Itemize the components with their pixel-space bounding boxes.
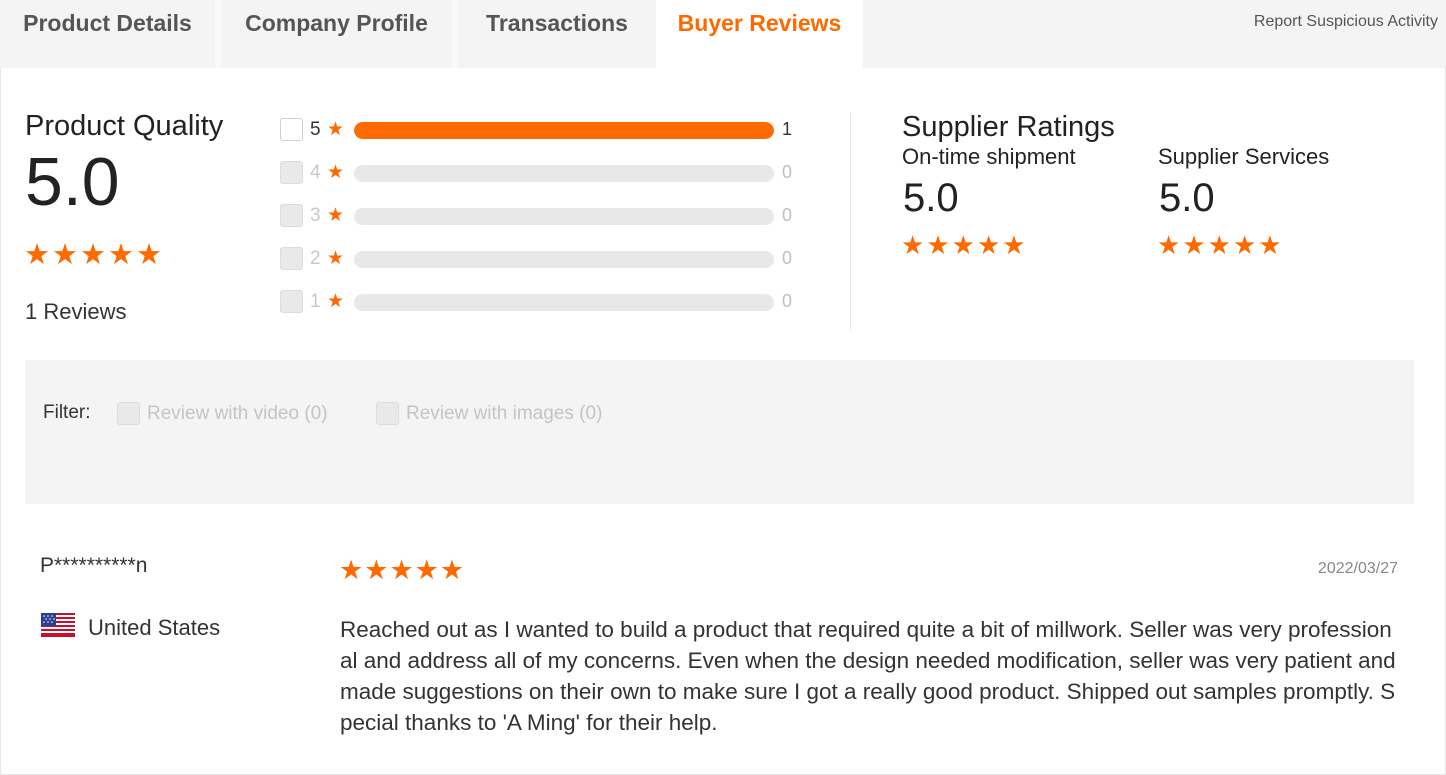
star-icon: ★ [1157,230,1183,260]
reviewer-name: P**********n [40,554,148,577]
tab-label: Transactions [486,10,628,36]
star-icon: ★ [24,239,52,271]
tab-label: Product Details [23,10,192,36]
section-divider [850,112,851,330]
filter-video-checkbox[interactable] [117,402,140,425]
star-icon: ★ [52,239,80,271]
filter-video-label: Review with video (0) [147,402,328,424]
filter-review-with-images[interactable]: Review with images (0) [376,402,602,425]
rating-star-count: 2 [310,248,321,269]
review-count: 1 Reviews [25,299,127,324]
rating-filter-checkbox [280,161,303,184]
on-time-shipment-stars: ★ ★ ★ ★ ★ [901,230,1028,261]
product-quality-score: 5.0 [25,144,120,220]
star-icon: ★ [1258,230,1284,260]
reviewer-country: United States [88,615,221,640]
rating-row-3: 3 ★ 0 [280,204,810,228]
rating-row-4: 4 ★ 0 [280,161,810,185]
star-icon: ★ [339,555,365,585]
star-icon: ★ [1232,230,1259,260]
filter-label: Filter: [43,402,91,423]
product-quality-title: Product Quality [25,110,224,142]
rating-bar-track [354,251,774,268]
star-icon: ★ [1182,230,1208,260]
rating-filter-checkbox [280,204,303,227]
supplier-ratings-title: Supplier Ratings [902,111,1115,143]
filter-images-label: Review with images (0) [406,402,603,424]
supplier-services-score: 5.0 [1159,176,1215,220]
star-icon: ★ [901,230,927,260]
tab-buyer-reviews[interactable]: Buyer Reviews [656,0,863,68]
rating-bar-fill [354,122,774,139]
review-text: Reached out as I wanted to build a produ… [340,617,1396,735]
rating-filter-checkbox [280,290,303,313]
star-icon: ★ [926,230,952,260]
supplier-services-label: Supplier Services [1158,144,1330,169]
rating-row-5[interactable]: 5 ★ 1 [280,118,810,142]
filter-review-with-video[interactable]: Review with video (0) [117,402,328,425]
rating-review-count: 1 [782,119,793,139]
on-time-shipment-score: 5.0 [903,176,959,220]
tab-product-details[interactable]: Product Details [0,0,221,68]
review-stars: ★ ★ ★ ★ ★ [339,555,465,586]
rating-bar-track [354,208,774,225]
on-time-shipment-label: On-time shipment [902,144,1076,169]
filter-images-checkbox[interactable] [376,402,399,425]
star-icon: ★ [951,230,977,260]
star-icon: ★ [327,119,345,140]
rating-star-count: 5 [310,119,321,140]
tab-label: Buyer Reviews [677,10,842,36]
rating-bar-track [354,165,774,182]
star-icon: ★ [327,205,345,226]
rating-review-count: 0 [782,162,793,182]
tab-label: Company Profile [245,10,428,36]
report-suspicious-activity-link[interactable]: Report Suspicious Activity [1254,13,1438,31]
rating-star-count: 3 [310,205,321,226]
star-icon: ★ [327,162,345,183]
rating-bar-track [354,122,774,139]
star-icon: ★ [80,239,108,271]
star-icon: ★ [1002,230,1028,260]
rating-star-count: 1 [310,291,321,312]
filter-panel: Filter: Review with video (0) Review wit… [25,360,1414,504]
star-icon: ★ [1207,230,1233,260]
rating-filter-checkbox [280,247,303,270]
star-icon: ★ [327,248,345,269]
rating-filter-checkbox[interactable] [280,118,303,141]
review-date: 2022/03/27 [1317,560,1398,577]
star-icon: ★ [976,230,1003,260]
tab-transactions[interactable]: Transactions [458,0,656,68]
us-flag-icon [41,613,75,637]
star-icon: ★ [136,239,164,271]
supplier-services-stars: ★ ★ ★ ★ ★ [1157,230,1284,261]
tab-bar: Product Details Company Profile Transact… [0,0,1446,68]
rating-star-count: 4 [310,162,321,183]
star-icon: ★ [364,555,390,585]
star-icon: ★ [108,239,136,271]
star-icon: ★ [389,555,415,585]
star-icon: ★ [327,291,345,312]
rating-row-1: 1 ★ 0 [280,290,810,314]
product-quality-stars: ★ ★ ★ ★ ★ [24,237,164,272]
rating-bar-track [354,294,774,311]
star-icon: ★ [414,555,440,585]
rating-review-count: 0 [782,205,793,225]
rating-review-count: 0 [782,291,793,311]
star-icon: ★ [439,555,466,585]
tab-company-profile[interactable]: Company Profile [221,0,458,68]
rating-row-2: 2 ★ 0 [280,247,810,271]
rating-review-count: 0 [782,248,793,268]
